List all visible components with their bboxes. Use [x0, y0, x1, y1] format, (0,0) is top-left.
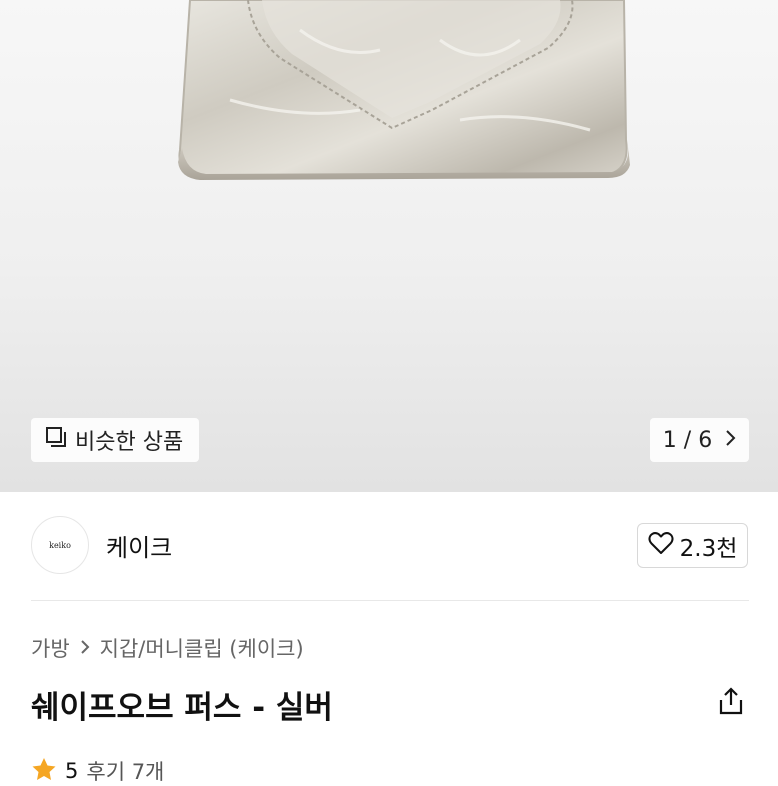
star-icon	[31, 757, 57, 786]
product-title: 쉐이프오브 퍼스 - 실버	[31, 690, 333, 726]
rating-value: 5	[65, 759, 79, 783]
store-avatar[interactable]: keiko	[31, 516, 89, 574]
heart-outline-icon	[648, 531, 674, 561]
like-button[interactable]: 2.3천	[637, 523, 748, 568]
share-button[interactable]	[714, 686, 748, 720]
page-indicator: 1 / 6	[662, 427, 713, 453]
store-logo: keiko	[49, 540, 71, 550]
similar-products-label: 비슷한 상품	[75, 430, 184, 455]
copy-squares-icon	[45, 426, 67, 454]
breadcrumb-category[interactable]: 가방	[31, 633, 70, 663]
chevron-right-icon	[724, 428, 736, 453]
rating-row: 5 후기 7개	[31, 756, 164, 786]
product-image-gallery[interactable]: 비슷한 상품 1 / 6	[0, 0, 778, 492]
review-count-link[interactable]: 후기 7개	[86, 756, 164, 786]
breadcrumb: 가방 지갑/머니클립 (케이크)	[31, 633, 304, 663]
similar-products-button[interactable]: 비슷한 상품	[31, 418, 199, 462]
breadcrumb-subcategory[interactable]: 지갑/머니클립 (케이크)	[100, 633, 304, 663]
share-icon	[717, 686, 745, 720]
gallery-pager-button[interactable]: 1 / 6	[650, 418, 749, 462]
store-row: keiko 케이크 2.3천	[0, 492, 778, 600]
store-name[interactable]: 케이크	[106, 528, 172, 563]
chevron-right-icon	[80, 636, 90, 660]
divider	[31, 600, 749, 601]
like-count: 2.3천	[679, 535, 738, 562]
